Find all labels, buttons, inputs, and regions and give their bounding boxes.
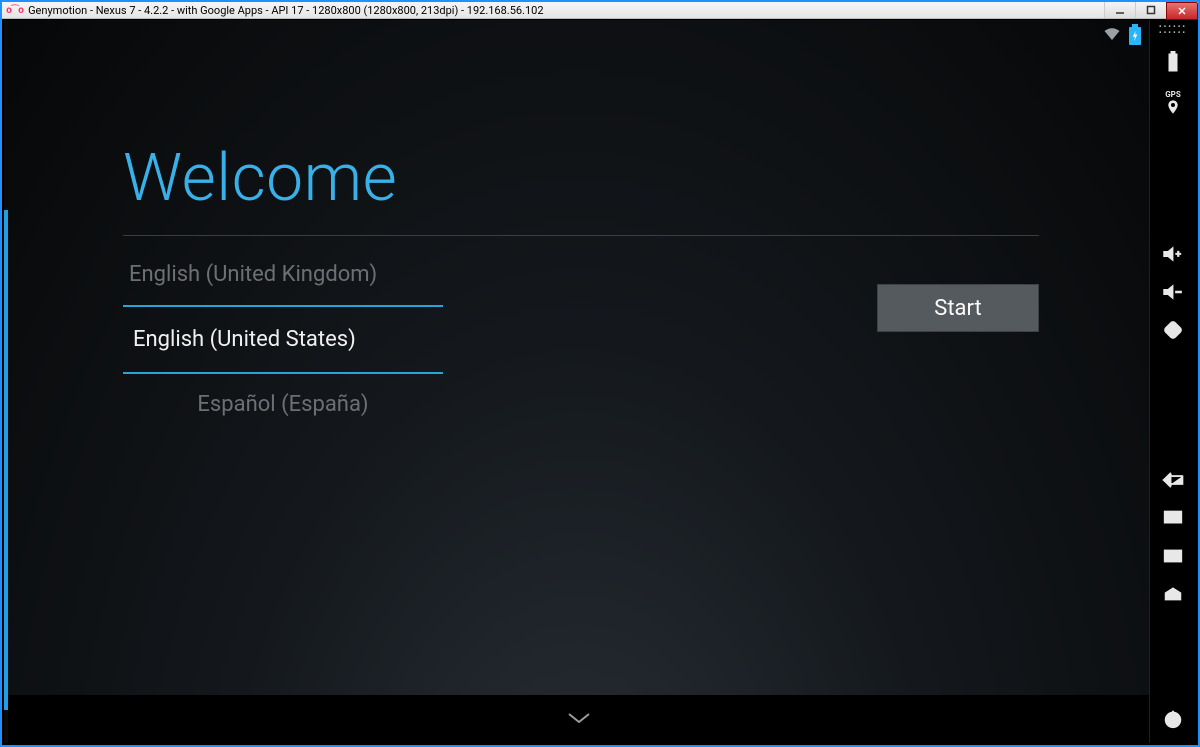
app-icon: o͡o [6, 5, 24, 16]
start-button[interactable]: Start [877, 284, 1039, 332]
divider [123, 235, 1039, 236]
battery-button[interactable] [1153, 44, 1193, 80]
genymotion-sidebar: •••••••••••• GPS + [1149, 20, 1196, 743]
welcome-title: Welcome [123, 140, 1039, 217]
svg-text:+: + [1176, 249, 1182, 260]
language-option-prev[interactable]: English (United Kingdom) [123, 244, 443, 305]
battery-charging-icon [1129, 27, 1141, 45]
language-picker[interactable]: English (United Kingdom) English (United… [123, 244, 443, 435]
window-controls [1104, 2, 1198, 18]
volume-down-button[interactable] [1153, 274, 1193, 310]
recent-apps-button[interactable] [1153, 500, 1193, 536]
android-navbar[interactable] [8, 695, 1149, 743]
home-button[interactable] [1153, 576, 1193, 612]
emulator-screen: Welcome English (United Kingdom) English… [8, 20, 1149, 743]
titlebar[interactable]: o͡o Genymotion - Nexus 7 - 4.2.2 - with … [2, 2, 1198, 19]
language-option-selected[interactable]: English (United States) [123, 305, 443, 374]
gps-button[interactable]: GPS [1165, 82, 1181, 122]
close-button[interactable] [1166, 2, 1198, 20]
back-button[interactable] [1153, 462, 1193, 498]
gps-label: GPS [1165, 91, 1181, 99]
window-title: Genymotion - Nexus 7 - 4.2.2 - with Goog… [28, 4, 543, 17]
language-option-next[interactable]: Español (España) [123, 374, 443, 435]
window-frame: o͡o Genymotion - Nexus 7 - 4.2.2 - with … [0, 0, 1200, 747]
minimize-button[interactable] [1104, 2, 1135, 18]
drag-handle-icon[interactable]: •••••••••••• [1159, 24, 1187, 36]
maximize-button[interactable] [1135, 2, 1166, 18]
wifi-icon [1103, 26, 1121, 45]
android-statusbar [1103, 26, 1141, 45]
power-button[interactable] [1153, 701, 1193, 737]
menu-button[interactable] [1153, 538, 1193, 574]
rotate-button[interactable] [1153, 312, 1193, 348]
setup-wizard: Welcome English (United Kingdom) English… [123, 140, 1039, 435]
volume-up-button[interactable]: + [1153, 236, 1193, 272]
chevron-down-icon[interactable] [566, 710, 592, 729]
